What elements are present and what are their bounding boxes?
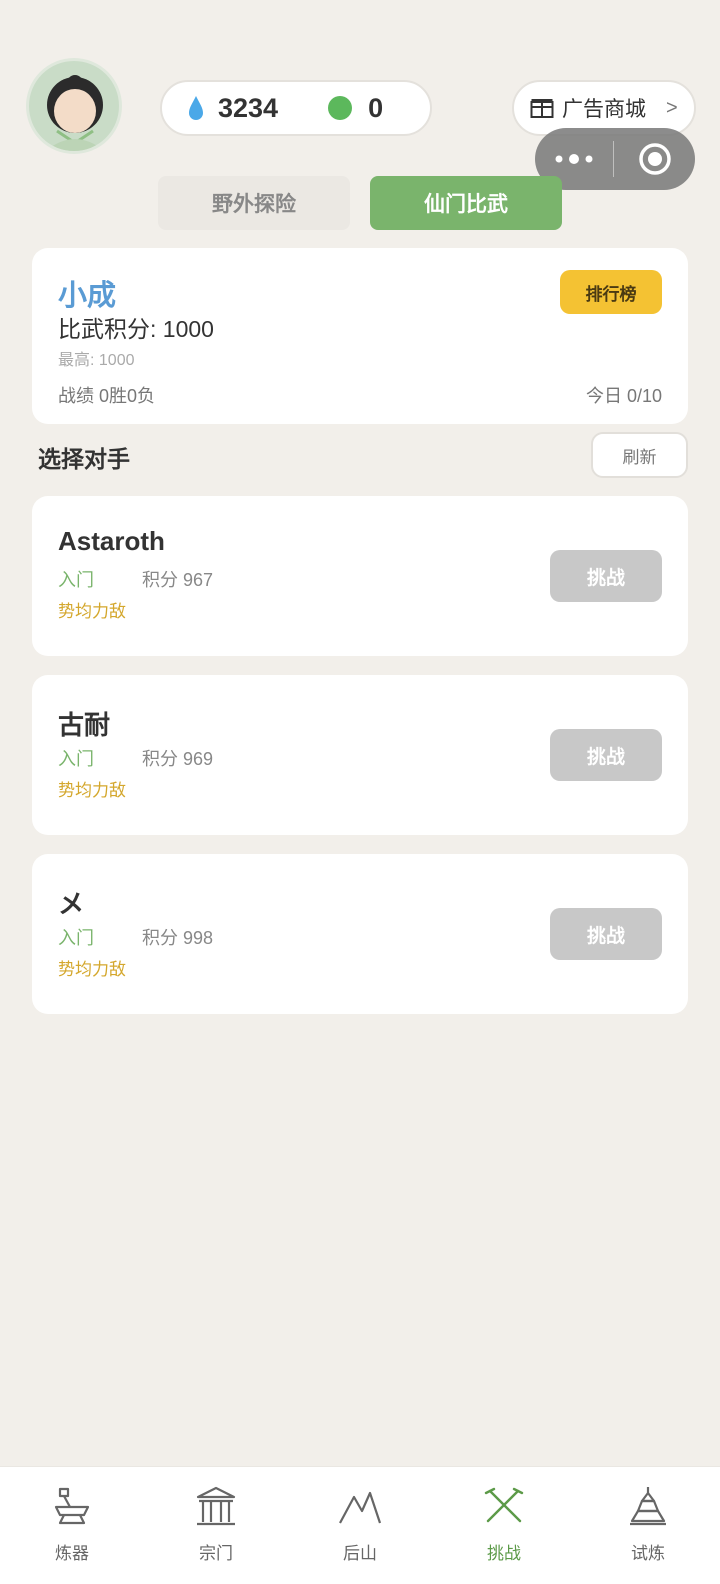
more-dots-icon xyxy=(555,154,593,164)
opponent-match-tag: 势均力敌 xyxy=(58,960,126,979)
orb-value: 0 xyxy=(368,92,384,123)
opponent-score: 积分 998 xyxy=(142,928,214,948)
forge-icon xyxy=(54,1487,90,1525)
resource-bar: 3234 0 xyxy=(160,80,432,136)
water-value: 3234 xyxy=(218,92,279,123)
opponent-card: 古耐 入门 积分 969 势均力敌 挑战 xyxy=(32,675,688,835)
challenge-button[interactable]: 挑战 xyxy=(550,729,662,781)
leaderboard-button[interactable]: 排行榜 xyxy=(560,270,662,314)
water-drop-icon xyxy=(189,96,203,120)
ad-shop-label: 广告商城 xyxy=(562,98,646,121)
avatar-character-icon xyxy=(45,75,105,151)
pagoda-icon xyxy=(630,1487,666,1526)
best-score: 最高: 1000 xyxy=(58,352,135,369)
nav-item-sect[interactable]: 宗门 xyxy=(144,1467,288,1584)
battle-record: 战绩 0胜0负 xyxy=(58,386,156,406)
green-orb-icon xyxy=(328,96,353,120)
challenge-button[interactable]: 挑战 xyxy=(550,908,662,960)
opponent-rank: 入门 xyxy=(58,749,94,769)
opponent-rank: 入门 xyxy=(58,928,94,948)
temple-icon xyxy=(196,1486,236,1526)
nav-item-back-mountain[interactable]: 后山 xyxy=(288,1467,432,1584)
gift-box-icon xyxy=(530,99,554,118)
nav-item-trial[interactable]: 试炼 xyxy=(576,1467,720,1584)
opponent-name: メ xyxy=(58,889,85,919)
nav-item-challenge[interactable]: 挑战 xyxy=(432,1467,576,1584)
opponent-match-tag: 势均力敌 xyxy=(58,781,126,800)
section-title: 选择对手 xyxy=(38,446,130,472)
water-resource: 3234 xyxy=(188,93,278,124)
crossed-swords-icon xyxy=(484,1487,524,1523)
player-profile-card: 小成 比武积分: 1000 最高: 1000 战绩 0胜0负 今日 0/10 排… xyxy=(32,248,688,424)
nav-label: 试炼 xyxy=(631,1544,665,1563)
opponent-score: 积分 967 xyxy=(142,570,214,590)
nav-label: 炼器 xyxy=(55,1544,89,1563)
tab-sect-duel[interactable]: 仙门比武 xyxy=(370,176,562,230)
opponent-rank: 入门 xyxy=(58,570,94,590)
nav-label: 后山 xyxy=(343,1544,377,1563)
tab-wild-adventure[interactable]: 野外探险 xyxy=(158,176,350,230)
refresh-button[interactable]: 刷新 xyxy=(591,432,688,478)
target-circle-icon xyxy=(638,143,671,175)
orb-resource: 0 xyxy=(328,93,383,124)
daily-count: 今日 0/10 xyxy=(585,386,662,406)
bottom-nav: 炼器 宗门 后山 挑战 试炼 xyxy=(0,1466,720,1584)
player-name: 小成 xyxy=(58,280,117,312)
nav-label: 挑战 xyxy=(487,1544,521,1563)
challenge-button[interactable]: 挑战 xyxy=(550,550,662,602)
opponent-card: Astaroth 入门 积分 967 势均力敌 挑战 xyxy=(32,496,688,656)
mountain-icon xyxy=(339,1491,382,1524)
opponent-name: Astaroth xyxy=(58,526,165,556)
opponent-card: メ 入门 积分 998 势均力敌 挑战 xyxy=(32,854,688,1014)
close-miniprogram-button[interactable] xyxy=(614,128,695,190)
opponent-score: 积分 969 xyxy=(142,749,214,769)
opponent-match-tag: 势均力敌 xyxy=(58,602,126,621)
nav-label: 宗门 xyxy=(199,1544,233,1563)
avatar[interactable] xyxy=(26,58,122,154)
duel-score: 比武积分: 1000 xyxy=(58,316,214,342)
nav-item-forge[interactable]: 炼器 xyxy=(0,1467,144,1584)
chevron-right-icon: > xyxy=(666,96,678,119)
opponent-name: 古耐 xyxy=(58,710,111,740)
